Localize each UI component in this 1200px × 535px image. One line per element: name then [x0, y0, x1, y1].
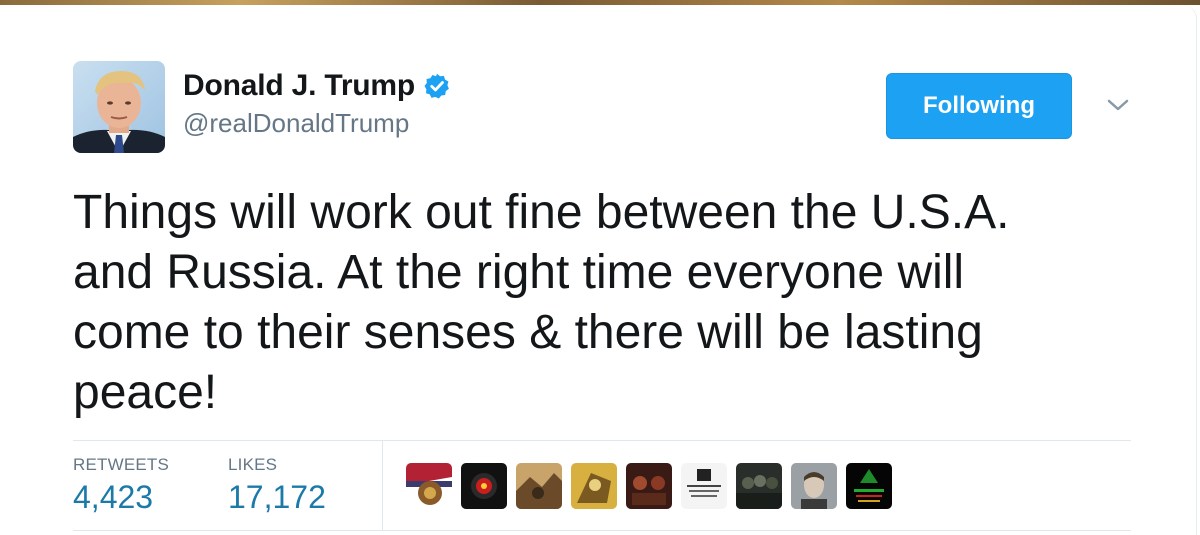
liker-avatar[interactable]	[791, 463, 837, 509]
chevron-down-icon[interactable]	[1105, 92, 1131, 118]
verified-badge-icon	[423, 72, 451, 100]
author-handle[interactable]: @realDonaldTrump	[183, 108, 409, 139]
author-avatar[interactable]	[73, 61, 165, 153]
liker-avatar[interactable]	[461, 463, 507, 509]
page: Donald J. Trump @realDonaldTrump Followi…	[0, 0, 1200, 535]
likes-count: 17,172	[228, 479, 326, 515]
stats-divider-bottom	[73, 530, 1131, 531]
tweet-text: Things will work out fine between the U.…	[73, 186, 1010, 419]
stats-divider-top	[73, 440, 1131, 441]
author-name-row: Donald J. Trump	[183, 66, 451, 106]
liker-avatar[interactable]	[626, 463, 672, 509]
following-button[interactable]: Following	[886, 73, 1072, 139]
retweets-count: 4,423	[73, 479, 154, 515]
likes-label: LIKES	[228, 455, 278, 474]
likes-stat[interactable]: LIKES 17,172	[228, 455, 326, 516]
retweets-label: RETWEETS	[73, 455, 170, 474]
liker-avatar[interactable]	[736, 463, 782, 509]
stats-separator	[382, 441, 383, 530]
liker-avatars	[406, 463, 901, 509]
author-name[interactable]: Donald J. Trump	[183, 69, 415, 103]
liker-avatar[interactable]	[516, 463, 562, 509]
liker-avatar[interactable]	[846, 463, 892, 509]
liker-avatar[interactable]	[681, 463, 727, 509]
retweets-stat[interactable]: RETWEETS 4,423	[73, 455, 169, 516]
liker-avatar[interactable]	[571, 463, 617, 509]
liker-avatar[interactable]	[406, 463, 452, 509]
